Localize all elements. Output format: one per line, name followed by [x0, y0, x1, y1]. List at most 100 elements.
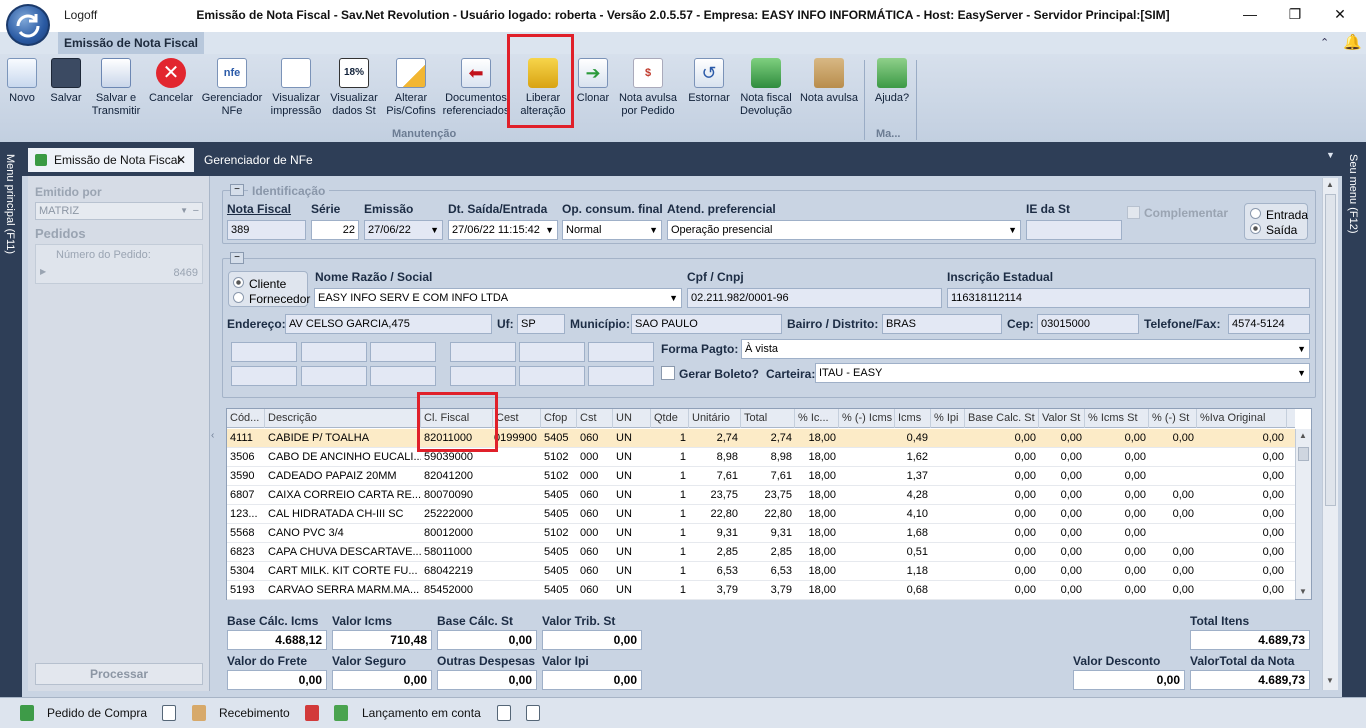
menu-principal-label[interactable]: Menu principal (F11) [4, 154, 16, 254]
cancelar-button[interactable]: ✕ Cancelar [148, 58, 194, 128]
table-cell[interactable]: 85452000 [421, 581, 493, 600]
tab-list-chevron-icon[interactable]: ▼ [1326, 150, 1335, 160]
table-cell[interactable]: 0,00 [1197, 562, 1287, 581]
table-cell[interactable]: 9,31 [741, 524, 795, 543]
table-cell[interactable]: 68042219 [421, 562, 493, 581]
add-doc-icon[interactable] [162, 705, 176, 721]
processar-button[interactable]: Processar [35, 663, 203, 685]
documentos-referenciados-button[interactable]: ⬅ Documentos referenciados [442, 58, 510, 128]
table-cell[interactable]: 0,00 [1149, 429, 1197, 448]
table-cell[interactable]: CAL HIDRATADA CH-III SC [265, 505, 421, 524]
table-cell[interactable]: 060 [577, 543, 613, 562]
column-header[interactable]: UN [613, 409, 651, 428]
table-cell[interactable] [839, 448, 895, 467]
table-cell[interactable]: 0,00 [1085, 543, 1149, 562]
table-cell[interactable]: 23,75 [689, 486, 741, 505]
table-cell[interactable]: 1 [651, 448, 689, 467]
column-header[interactable]: Total [741, 409, 795, 428]
saida-radio[interactable] [1250, 223, 1261, 234]
table-cell[interactable] [493, 448, 541, 467]
table-cell[interactable]: 0,00 [1085, 562, 1149, 581]
entrada-radio[interactable] [1250, 208, 1261, 219]
table-cell[interactable]: 4,28 [895, 486, 931, 505]
table-cell[interactable]: 5568 [227, 524, 265, 543]
table-cell[interactable]: 2,85 [689, 543, 741, 562]
table-cell[interactable]: 0,49 [895, 429, 931, 448]
table-cell[interactable]: CANO PVC 3/4 [265, 524, 421, 543]
base-icms-field[interactable]: 4.688,12 [227, 630, 327, 650]
table-cell[interactable]: 22,80 [741, 505, 795, 524]
table-cell[interactable] [493, 562, 541, 581]
table-cell[interactable]: 0,00 [1197, 448, 1287, 467]
column-header[interactable]: % Ic... [795, 409, 839, 428]
table-cell[interactable]: 0,00 [965, 486, 1039, 505]
spreadsheet-icon[interactable] [334, 705, 348, 721]
frete-field[interactable]: 0,00 [227, 670, 327, 690]
table-cell[interactable]: 18,00 [795, 562, 839, 581]
column-header[interactable]: % Icms St [1085, 409, 1149, 428]
complementar-checkbox[interactable] [1127, 206, 1140, 219]
table-cell[interactable]: CAIXA CORREIO CARTA RE... [265, 486, 421, 505]
table-cell[interactable]: 4111 [227, 429, 265, 448]
novo-button[interactable]: Novo [4, 58, 40, 128]
ribbon-tab-emissao[interactable]: Emissão de Nota Fiscal [58, 32, 204, 54]
grid-scrollbar[interactable]: ▲ ▼ [1295, 429, 1311, 599]
table-cell[interactable] [839, 562, 895, 581]
table-cell[interactable]: 0,00 [1039, 486, 1085, 505]
table-cell[interactable]: 1 [651, 467, 689, 486]
table-cell[interactable]: 0,00 [1085, 505, 1149, 524]
table-cell[interactable]: 5405 [541, 562, 577, 581]
table-cell[interactable]: 5405 [541, 543, 577, 562]
nota-avulsa-pedido-button[interactable]: $ Nota avulsa por Pedido [616, 58, 680, 128]
table-cell[interactable] [931, 429, 965, 448]
seu-menu-label[interactable]: Seu menu (F12) [1347, 154, 1359, 233]
collapse-ident-icon[interactable]: − [230, 184, 244, 196]
bairro-field[interactable]: BRAS [882, 314, 1002, 334]
tab-emissao-nota[interactable]: Emissão de Nota Fiscal ✕ [28, 148, 194, 172]
table-cell[interactable]: 0,00 [1085, 429, 1149, 448]
column-header[interactable]: Descrição [265, 409, 421, 428]
column-header[interactable]: Cód... [227, 409, 265, 428]
extra-field[interactable] [301, 342, 367, 362]
table-cell[interactable] [493, 543, 541, 562]
table-cell[interactable]: 0,00 [1197, 543, 1287, 562]
pedido-compra-link[interactable]: Pedido de Compra [47, 706, 147, 720]
table-cell[interactable]: 8,98 [689, 448, 741, 467]
extra-field[interactable] [588, 366, 654, 386]
document-icon[interactable] [526, 705, 540, 721]
table-cell[interactable]: 1 [651, 505, 689, 524]
table-cell[interactable] [839, 486, 895, 505]
total-itens-field[interactable]: 4.689,73 [1190, 630, 1310, 650]
table-cell[interactable]: 0,00 [965, 448, 1039, 467]
table-cell[interactable]: UN [613, 505, 651, 524]
table-cell[interactable]: 1,37 [895, 467, 931, 486]
table-cell[interactable]: CARVAO SERRA MARM.MA... [265, 581, 421, 600]
salvar-button[interactable]: Salvar [46, 58, 86, 128]
table-cell[interactable]: 0,00 [1197, 429, 1287, 448]
table-cell[interactable]: 0,00 [1085, 524, 1149, 543]
table-cell[interactable] [493, 467, 541, 486]
column-header[interactable]: % Ipi [931, 409, 965, 428]
extra-field[interactable] [588, 342, 654, 362]
table-cell[interactable]: 80070090 [421, 486, 493, 505]
table-cell[interactable]: 060 [577, 581, 613, 600]
table-cell[interactable] [1149, 524, 1197, 543]
table-cell[interactable]: 1,62 [895, 448, 931, 467]
table-cell[interactable]: 23,75 [741, 486, 795, 505]
table-cell[interactable]: 0,00 [1149, 581, 1197, 600]
table-cell[interactable]: 18,00 [795, 467, 839, 486]
column-header[interactable]: % (-) Icms [839, 409, 895, 428]
table-cell[interactable]: CABO DE ANCINHO EUCALI... [265, 448, 421, 467]
table-cell[interactable] [931, 486, 965, 505]
pedidos-grid[interactable]: Número do Pedido: ▶ 8469 [35, 244, 203, 284]
table-cell[interactable]: 0,00 [1039, 543, 1085, 562]
table-cell[interactable]: 5405 [541, 429, 577, 448]
scroll-down-icon[interactable]: ▼ [1326, 676, 1334, 685]
cpf-cnpj-field[interactable]: 02.211.982/0001-96 [687, 288, 942, 308]
column-header[interactable]: Cst [577, 409, 613, 428]
table-row[interactable]: 123... CAL HIDRATADA CH-III SC 25222000 540… [227, 505, 1295, 524]
app-logo-icon[interactable] [6, 4, 50, 46]
table-cell[interactable]: 18,00 [795, 486, 839, 505]
table-cell[interactable]: 1,18 [895, 562, 931, 581]
telefone-field[interactable]: 4574-5124 [1228, 314, 1310, 334]
